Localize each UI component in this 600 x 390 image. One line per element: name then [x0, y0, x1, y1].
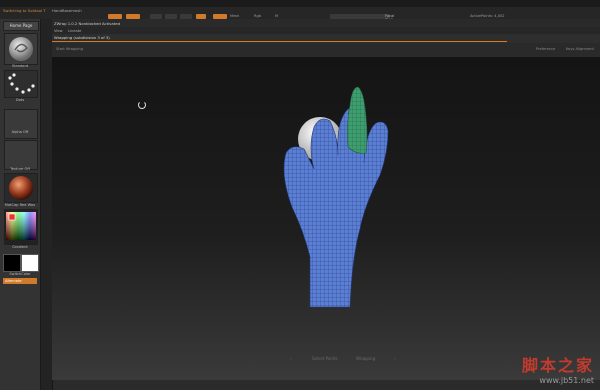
alternate-button[interactable]: Alternate: [3, 278, 37, 284]
texture-thumbnail[interactable]: [4, 140, 38, 170]
left-tray: Home Page Standard Dots Alpha Off Textur…: [0, 19, 41, 390]
menu-view[interactable]: View: [54, 29, 63, 33]
color-picker-icon: [6, 212, 36, 240]
wrapping-label[interactable]: Wrapping: [356, 356, 375, 361]
home-page-button[interactable]: Home Page: [3, 21, 39, 31]
tab-row: Start Wrapping Preference Keys Alignment: [52, 43, 600, 58]
secondary-color-swatch[interactable]: [21, 254, 39, 272]
progress-row: Wrapping (subdivision 3 of 3): [52, 34, 600, 43]
highlighted-finger: [347, 86, 368, 154]
subtool-name: HandBasemesh: [52, 8, 82, 13]
select-points-label[interactable]: Select Points: [312, 356, 338, 361]
subtool-status: Switching to Subtool T: [3, 8, 46, 13]
tab-start-wrapping[interactable]: Start Wrapping: [56, 47, 83, 51]
menu-bar: AlphaBrushColorDocumentDrawEditFileLayer…: [0, 0, 600, 16]
progress-text: Wrapping (subdivision 3 of 3): [54, 35, 110, 40]
rgb-label: Rgb: [254, 14, 262, 18]
prev-arrow-icon[interactable]: ‹: [290, 356, 292, 361]
watermark-chinese: 脚本之家: [521, 356, 594, 375]
material-thumbnail[interactable]: [4, 173, 38, 203]
material-sphere-icon: [9, 176, 33, 200]
texture-caption: Texture Off: [10, 167, 30, 171]
bottom-navigation: ‹ Select Points Wrapping ›: [260, 356, 410, 366]
active-points: ActivePoints: 4,002: [470, 14, 505, 18]
watermark: 脚本之家 www.jb51.net: [522, 352, 594, 385]
tab-keys-alignment[interactable]: Keys Alignment: [566, 47, 594, 51]
stroke-thumbnail[interactable]: [4, 70, 38, 98]
brush-caption: Standard: [11, 64, 29, 68]
window-title-bar: ZWrap 1.0.2 Nonblocked Activated: [52, 19, 600, 27]
dots-stroke-icon: [8, 73, 35, 94]
loading-spinner-icon: [138, 101, 146, 109]
window-title: ZWrap 1.0.2 Nonblocked Activated: [54, 21, 120, 26]
alpha-caption: Alpha Off: [11, 130, 29, 134]
mesh-label: Mesh: [230, 14, 240, 18]
tab-preference[interactable]: Preference: [536, 47, 555, 51]
next-arrow-icon[interactable]: ›: [394, 356, 396, 361]
main-color-swatch[interactable]: [3, 254, 21, 272]
switch-color-caption: SwitchColor: [9, 272, 31, 276]
menu-lineate[interactable]: Lineate: [68, 29, 81, 33]
brush-thumbnail[interactable]: [4, 33, 38, 65]
watermark-url: www.jb51.net: [539, 376, 594, 385]
stroke-caption: Dots: [15, 98, 25, 102]
gradient-caption: Gradient: [12, 245, 28, 249]
window-menu: View Lineate: [52, 27, 600, 34]
color-picker[interactable]: [4, 209, 38, 245]
standard-brush-icon: [9, 37, 33, 61]
viewport-canvas[interactable]: ‹ Select Points Wrapping ›: [52, 57, 600, 380]
m-label: M: [275, 14, 279, 18]
alpha-thumbnail[interactable]: [4, 109, 38, 139]
material-caption: MatCap Red Wax: [4, 203, 36, 207]
hand-mesh-model: [283, 86, 389, 308]
